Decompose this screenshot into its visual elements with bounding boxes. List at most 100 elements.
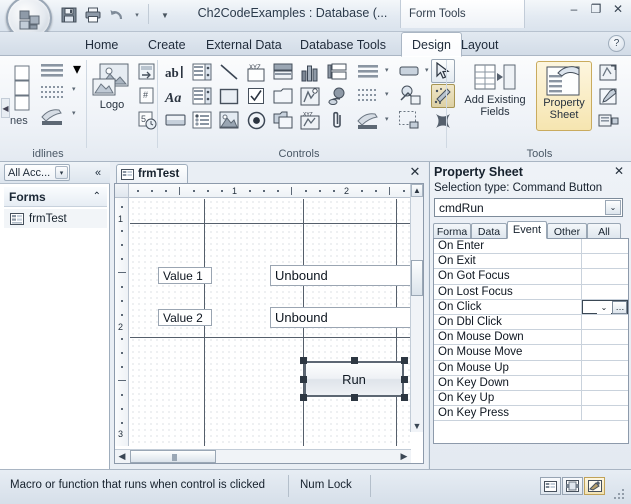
property-row-on-mouse-move[interactable]: On Mouse Move [434,345,628,361]
property-value[interactable] [582,239,628,254]
navigation-group-forms[interactable]: Forms ⌃ [4,187,107,207]
property-value[interactable] [582,254,628,269]
property-value[interactable] [582,315,628,330]
logo-button[interactable]: Logo [90,63,134,112]
print-icon[interactable] [82,5,103,26]
close-document-button[interactable]: ✕ [408,164,422,179]
property-row-on-key-press[interactable]: On Key Press [434,406,628,422]
selection-handle-nw[interactable] [300,357,307,364]
property-value[interactable] [582,330,628,345]
customize-qat-icon[interactable]: ▼ [158,6,172,24]
gridline-width-dropdown-icon[interactable]: ▾ [72,61,82,78]
property-value[interactable] [582,345,628,360]
tab-external-data[interactable]: External Data [196,33,292,56]
property-row-on-key-up[interactable]: On Key Up [434,391,628,407]
property-value-on-click[interactable]: ⌄ … [582,299,628,314]
layout-view-button[interactable] [562,477,583,495]
property-row-on-dbl-click[interactable]: On Dbl Click [434,315,628,331]
gridlines-grid-icon[interactable] [10,61,32,117]
selection-handle-e[interactable] [401,375,408,383]
page-numbers-icon[interactable]: # [136,85,156,105]
form-vertical-scrollbar[interactable]: ▲ ▼ [410,184,423,432]
property-value[interactable] [582,391,628,406]
rectangle-icon[interactable] [217,85,241,107]
combo-box-icon[interactable] [190,61,214,83]
scroll-down-button[interactable]: ▼ [411,419,423,432]
chevron-up-icon[interactable]: ⌃ [93,191,101,202]
line-icon[interactable] [217,61,241,83]
check-box-icon[interactable] [244,85,268,107]
fill-color-dropdown-icon[interactable]: ▾ [425,66,429,74]
save-icon[interactable] [58,5,79,26]
property-value[interactable] [582,269,628,284]
tab-order-icon[interactable] [596,61,620,83]
line-color-dropdown-icon[interactable]: ▾ [385,115,389,123]
text-box-icon[interactable]: ab [163,61,187,83]
convert-macros-icon[interactable] [596,109,620,131]
bound-object-icon[interactable] [298,85,322,107]
set-control-defaults-icon[interactable] [395,109,425,131]
font-icon[interactable]: Aa [163,85,187,107]
button-icon[interactable] [163,109,187,131]
option-group-icon[interactable] [190,109,214,131]
list-box-icon[interactable] [190,85,214,107]
scroll-right-button[interactable]: ▶ [397,450,411,463]
chart-wizard-icon[interactable]: XYZ [298,109,322,131]
selected-object-combo[interactable]: cmdRun ⌄ [434,198,623,217]
collapse-navigation-pane-button[interactable]: « [90,165,106,180]
maximize-button[interactable]: ❐ [588,2,604,16]
attachment-icon[interactable] [325,109,349,131]
undo-dropdown-icon[interactable]: ▾ [130,6,144,24]
gridline-color-icon[interactable] [36,105,72,127]
selection-handle-w[interactable] [300,375,307,383]
selection-handle-ne[interactable] [401,357,408,364]
fill-color-icon[interactable] [395,61,425,81]
document-tab-frmtest[interactable]: frmTest [116,164,189,183]
gridline-width-icon[interactable] [36,61,72,79]
tab-event[interactable]: Event [507,221,547,239]
textbox-value1[interactable]: Unbound [270,265,410,286]
property-value[interactable] [582,406,628,421]
close-button[interactable]: ✕ [610,2,626,16]
form-view-button[interactable] [540,477,561,495]
tab-home[interactable]: Home [75,33,128,56]
date-time-icon[interactable]: 5 [136,109,158,131]
ruler-corner[interactable] [115,184,129,198]
chevron-down-icon[interactable]: ▾ [55,166,68,179]
gridline-style-icon[interactable] [36,83,72,101]
property-value[interactable] [582,375,628,390]
label-value2[interactable]: Value 2 [158,309,212,326]
property-row-on-mouse-down[interactable]: On Mouse Down [434,330,628,346]
scroll-left-button[interactable]: ◀ [115,450,129,463]
textbox-value2[interactable]: Unbound [270,307,410,328]
special-effect-icon[interactable] [395,83,425,107]
label-icon[interactable]: XYZ [244,61,268,83]
gridline-style-dropdown-icon[interactable]: ▾ [72,85,76,93]
line-thickness-icon[interactable] [355,61,385,81]
tab-create[interactable]: Create [138,33,196,56]
design-view-button[interactable] [584,477,605,495]
hyperlink-icon[interactable] [325,85,349,107]
add-existing-fields-button[interactable]: Add Existing Fields [458,63,532,127]
view-code-icon[interactable] [596,85,620,107]
tab-format[interactable]: Forma [433,223,471,239]
tab-control-icon[interactable] [271,61,295,83]
selection-handle-sw[interactable] [300,394,307,401]
property-sheet-close-button[interactable]: ✕ [614,164,624,178]
command-button-run[interactable]: Run [304,361,404,397]
form-horizontal-scrollbar[interactable]: ◀ ▶ [115,449,411,463]
image-icon[interactable] [217,109,241,131]
line-color-icon[interactable] [355,109,385,131]
property-row-on-mouse-up[interactable]: On Mouse Up [434,360,628,376]
horizontal-scroll-thumb[interactable] [130,450,216,463]
undo-icon[interactable] [106,5,127,26]
resize-grip-icon[interactable] [614,487,626,499]
option-button-icon[interactable] [244,109,268,131]
tab-all[interactable]: All [587,223,621,239]
build-ellipsis-button[interactable]: … [612,300,627,314]
subform-icon[interactable] [325,61,349,83]
property-row-on-exit[interactable]: On Exit [434,254,628,270]
tab-database-tools[interactable]: Database Tools [290,33,396,56]
ribbon-scroll-left-button[interactable]: ◀ [1,98,10,118]
tab-data[interactable]: Data [471,223,507,239]
